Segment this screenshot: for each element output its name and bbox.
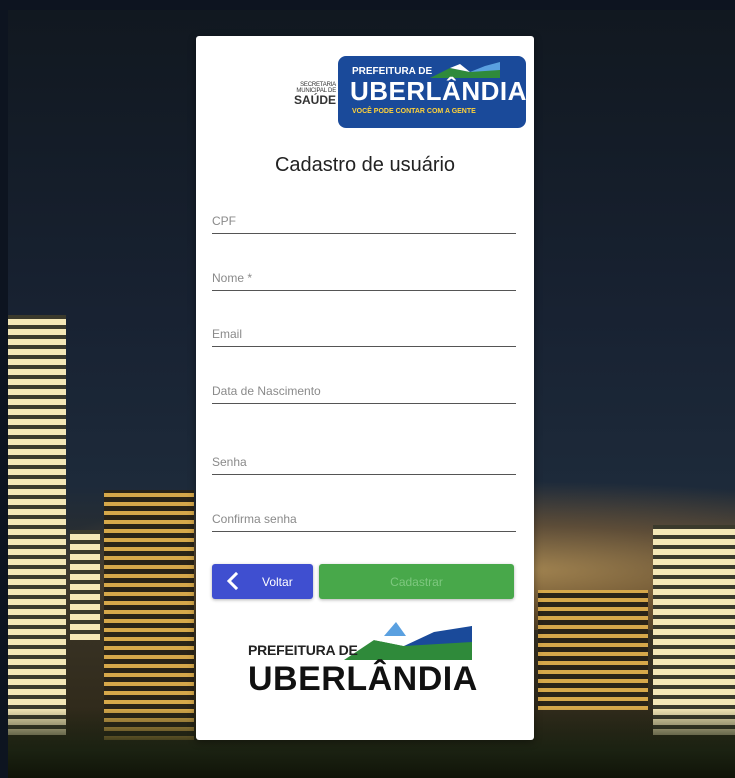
footer-prefeitura-logo: PREFEITURA DE UBERLÂNDIA — [248, 616, 484, 706]
back-button[interactable]: Voltar — [212, 564, 313, 599]
city-flag-icon — [344, 622, 472, 660]
cpf-label: CPF — [212, 214, 236, 228]
register-card: SECRETARIA MUNICIPAL DE SAÚDE PREFEITURA… — [196, 36, 534, 740]
secretaria-saude-logo: SECRETARIA MUNICIPAL DE SAÚDE — [280, 82, 336, 106]
prefeitura-slogan: VOCÊ PODE CONTAR COM A GENTE — [352, 108, 476, 115]
password-field[interactable]: Senha — [212, 450, 516, 475]
footer-prefeitura-top: PREFEITURA DE — [248, 642, 358, 658]
email-label: Email — [212, 327, 243, 341]
secretaria-line3: SAÚDE — [293, 93, 336, 107]
prefeitura-badge-logo: PREFEITURA DE UBERLÂNDIA VOCÊ PODE CONTA… — [338, 56, 526, 128]
birthdate-field[interactable]: Data de Nascimento — [212, 379, 516, 404]
confirm-password-field[interactable]: Confirma senha — [212, 507, 516, 532]
building-center-left — [104, 490, 194, 740]
birthdate-label: Data de Nascimento — [212, 384, 321, 398]
tall-building-left — [8, 315, 66, 735]
submit-button-label: Cadastrar — [390, 575, 443, 589]
header-logos: SECRETARIA MUNICIPAL DE SAÚDE PREFEITURA… — [196, 54, 534, 130]
name-label: Nome * — [212, 271, 253, 285]
footer-prefeitura-name: UBERLÂNDIA — [248, 660, 478, 698]
prefeitura-name-text: UBERLÂNDIA — [350, 76, 526, 106]
email-field[interactable]: Email — [212, 322, 516, 347]
confirm-password-label: Confirma senha — [212, 512, 297, 526]
building-right-low — [538, 590, 648, 710]
building-right — [653, 525, 735, 735]
building-small-left — [70, 530, 100, 640]
chevron-left-icon — [226, 571, 239, 591]
name-field[interactable]: Nome * — [212, 266, 516, 291]
submit-button[interactable]: Cadastrar — [319, 564, 514, 599]
page-title: Cadastro de usuário — [274, 154, 456, 176]
password-label: Senha — [212, 455, 247, 469]
back-button-label: Voltar — [262, 575, 293, 589]
cpf-field[interactable]: CPF — [212, 209, 516, 234]
